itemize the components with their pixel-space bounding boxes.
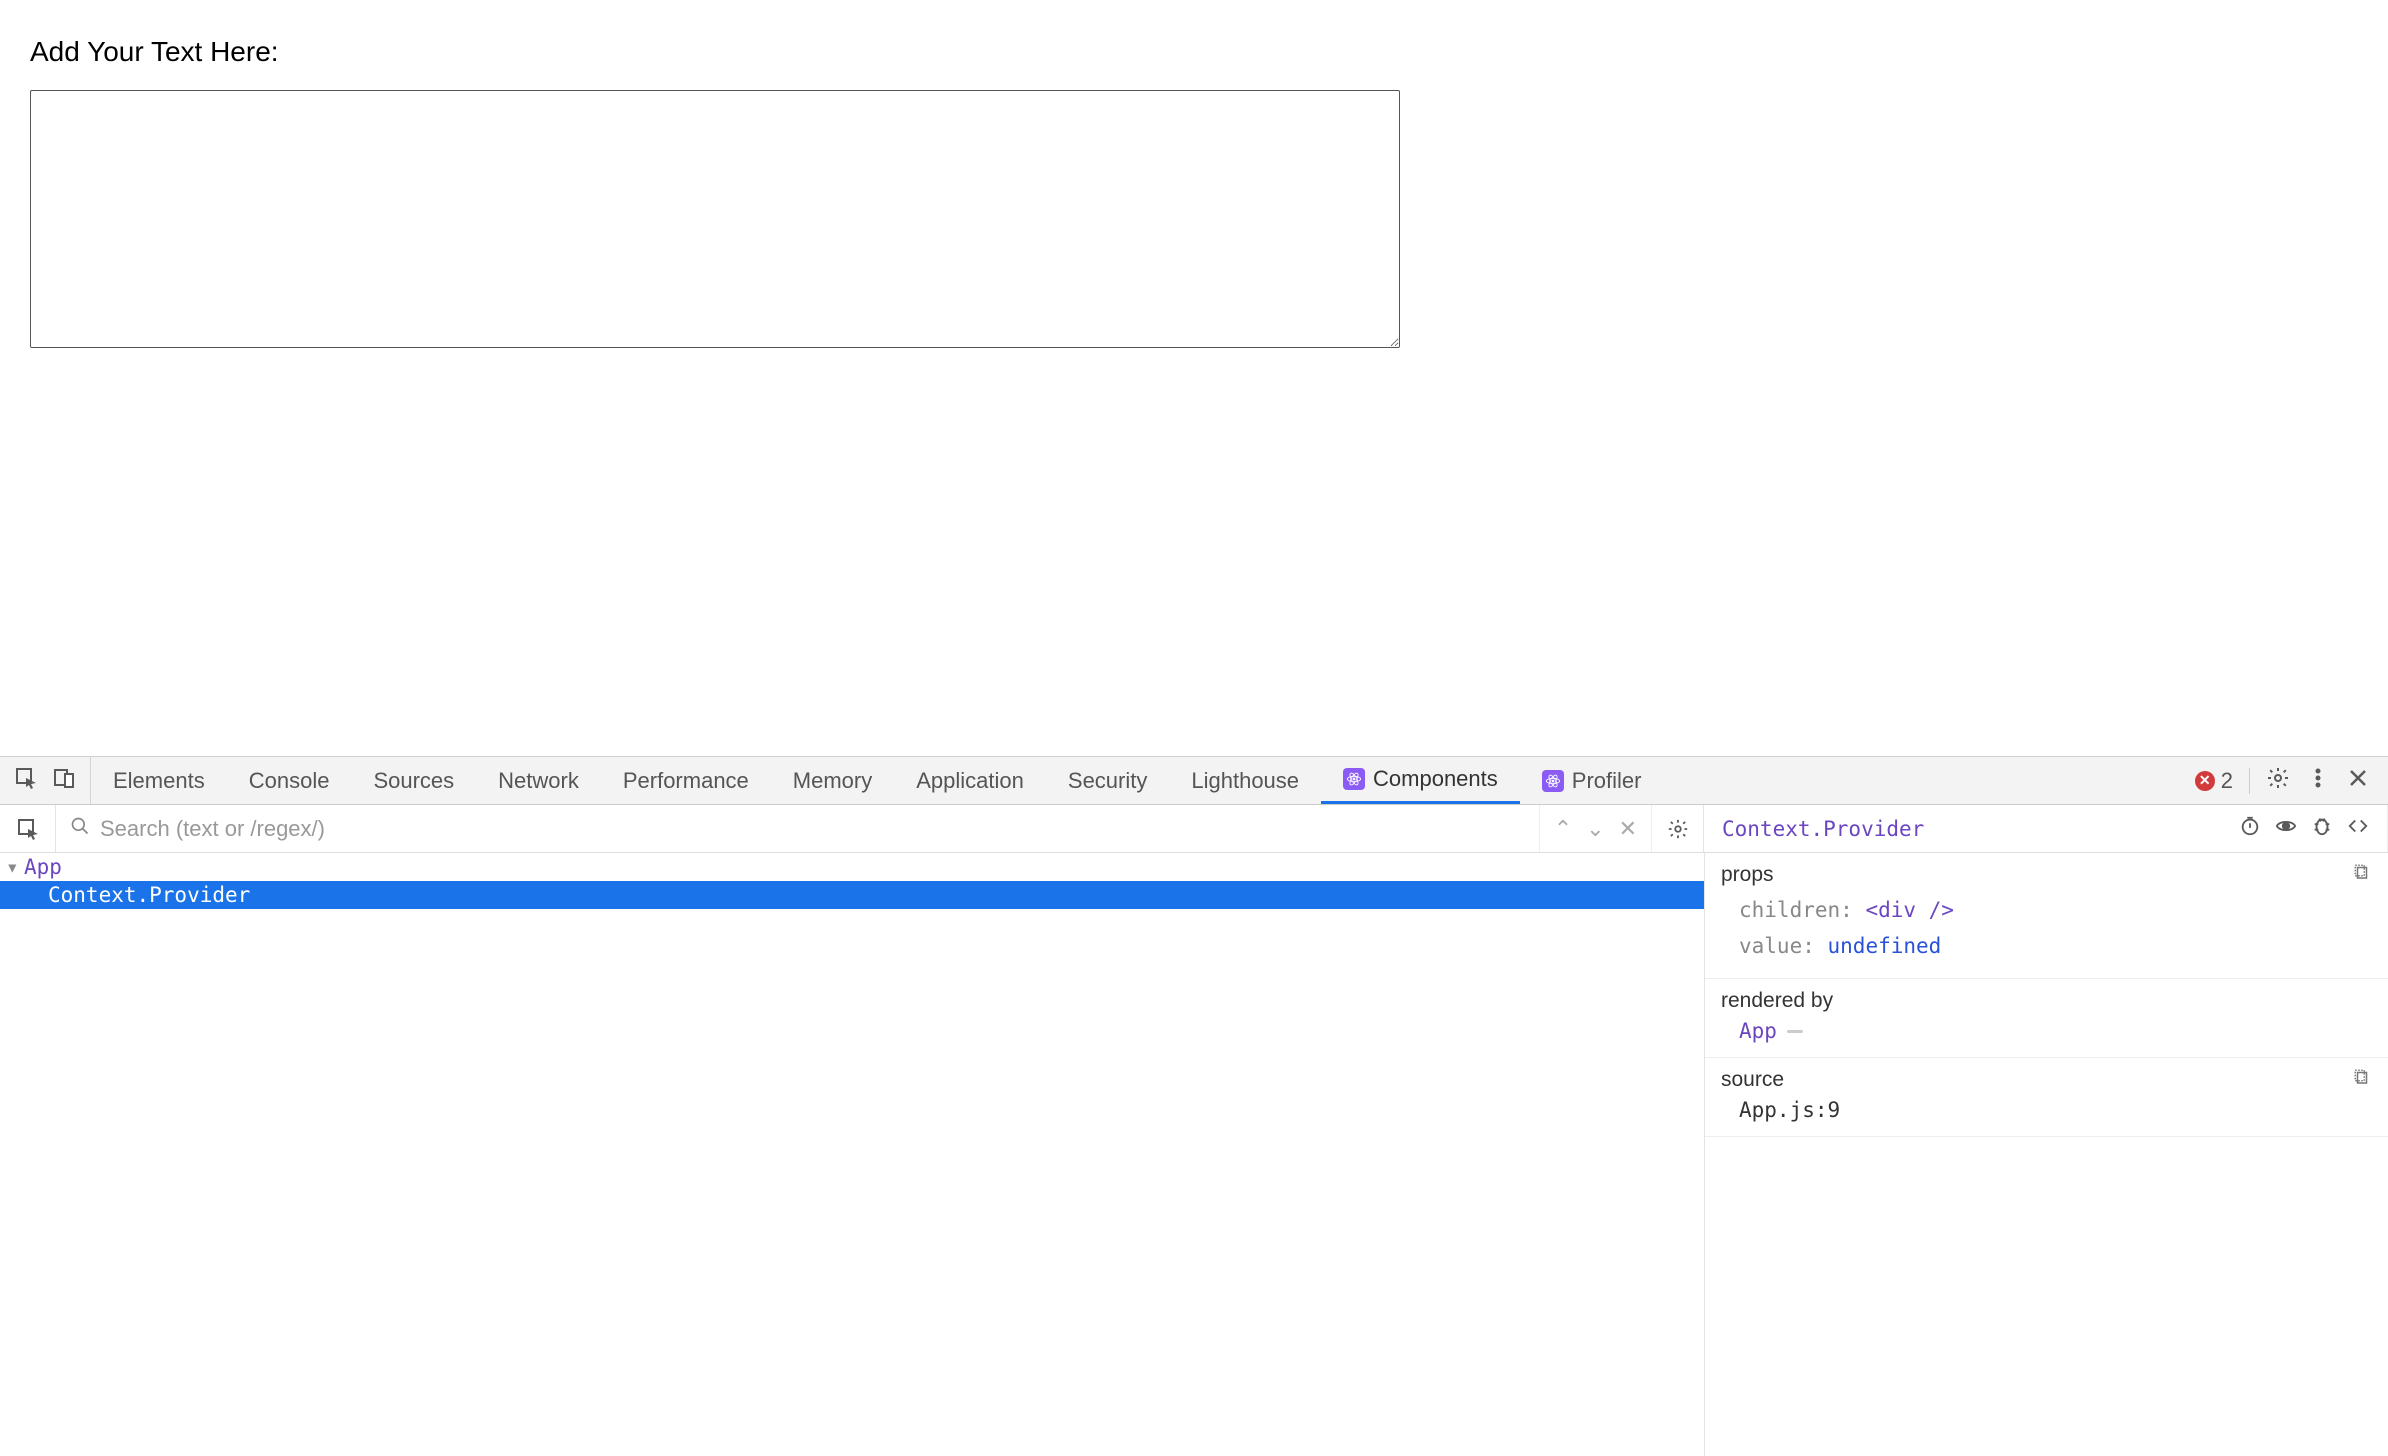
tree-row-context-provider[interactable]: Context.Provider: [0, 881, 1704, 909]
component-search: [56, 816, 1539, 842]
tab-application[interactable]: Application: [894, 757, 1046, 804]
clear-search-icon[interactable]: ✕: [1619, 816, 1637, 842]
source-section: source App.js:9: [1705, 1058, 2388, 1137]
tab-components[interactable]: Components: [1321, 757, 1520, 804]
chevron-down-icon[interactable]: ⌄: [1586, 816, 1604, 842]
devtools-tabbar: Elements Console Sources Network Perform…: [0, 757, 2388, 805]
tab-security[interactable]: Security: [1046, 757, 1169, 804]
devtools-tabs: Elements Console Sources Network Perform…: [91, 757, 1663, 804]
text-input[interactable]: [30, 90, 1400, 348]
device-toolbar-icon[interactable]: [52, 766, 76, 796]
textarea-label: Add Your Text Here:: [30, 36, 2358, 68]
rendered-by-section: rendered by App: [1705, 979, 2388, 1058]
search-input[interactable]: [100, 816, 1525, 842]
react-icon: [1343, 768, 1365, 790]
prop-children[interactable]: children: <div />: [1721, 893, 2372, 929]
caret-down-icon[interactable]: ▾: [6, 855, 24, 879]
tab-lighthouse[interactable]: Lighthouse: [1169, 757, 1321, 804]
prop-value[interactable]: value: undefined: [1721, 929, 2372, 965]
devtools-panel: Elements Console Sources Network Perform…: [0, 756, 2388, 1456]
suspend-icon[interactable]: [2239, 815, 2261, 842]
inspect-dom-icon[interactable]: [2275, 815, 2297, 842]
divider: [2249, 768, 2250, 794]
error-count-badge[interactable]: ✕ 2: [2195, 768, 2233, 794]
props-label: props: [1721, 863, 1774, 887]
inspect-element-icon[interactable]: [14, 766, 38, 796]
settings-icon[interactable]: [2266, 766, 2290, 796]
search-icon: [70, 816, 90, 842]
component-tree: ▾App Context.Provider: [0, 853, 1704, 1456]
tab-sources[interactable]: Sources: [351, 757, 476, 804]
search-nav: ⌃ ⌄ ✕: [1539, 805, 1652, 852]
pick-element-icon[interactable]: [0, 805, 56, 852]
component-header-actions: [2239, 815, 2369, 842]
rendered-by-label: rendered by: [1721, 989, 1833, 1013]
error-icon: ✕: [2195, 771, 2215, 791]
tab-network[interactable]: Network: [476, 757, 601, 804]
copy-icon[interactable]: [2352, 1068, 2372, 1092]
devtools-right-controls: ✕ 2: [2177, 766, 2388, 796]
selected-component-header: Context.Provider: [1704, 805, 2388, 852]
tree-row-app[interactable]: ▾App: [0, 853, 1704, 881]
copy-icon[interactable]: [2352, 863, 2372, 887]
react-settings-icon[interactable]: [1652, 805, 1704, 852]
tab-console[interactable]: Console: [227, 757, 352, 804]
react-devtools-toolbar: ⌃ ⌄ ✕ Context.Provider: [0, 805, 2388, 853]
chevron-up-icon[interactable]: ⌃: [1554, 816, 1572, 842]
selected-component-name: Context.Provider: [1722, 817, 1924, 841]
react-devtools-body: ▾App Context.Provider props children: <d…: [0, 853, 2388, 1456]
component-details: props children: <div /> value: undefined…: [1704, 853, 2388, 1456]
source-location[interactable]: App.js:9: [1721, 1098, 2372, 1122]
tab-elements[interactable]: Elements: [91, 757, 227, 804]
devtools-left-controls: [0, 757, 91, 804]
owner-badge: [1787, 1030, 1803, 1033]
react-icon: [1542, 770, 1564, 792]
view-source-icon[interactable]: [2347, 815, 2369, 842]
props-section: props children: <div /> value: undefined: [1705, 853, 2388, 979]
bug-icon[interactable]: [2311, 815, 2333, 842]
app-page: Add Your Text Here:: [0, 0, 2388, 389]
react-toolbar-left: ⌃ ⌄ ✕: [0, 805, 1704, 852]
tab-memory[interactable]: Memory: [771, 757, 894, 804]
rendered-by-app[interactable]: App: [1721, 1019, 2372, 1043]
more-icon[interactable]: [2306, 766, 2330, 796]
source-label: source: [1721, 1068, 1784, 1092]
tab-performance[interactable]: Performance: [601, 757, 771, 804]
tab-profiler[interactable]: Profiler: [1520, 757, 1664, 804]
close-icon[interactable]: [2346, 766, 2370, 796]
